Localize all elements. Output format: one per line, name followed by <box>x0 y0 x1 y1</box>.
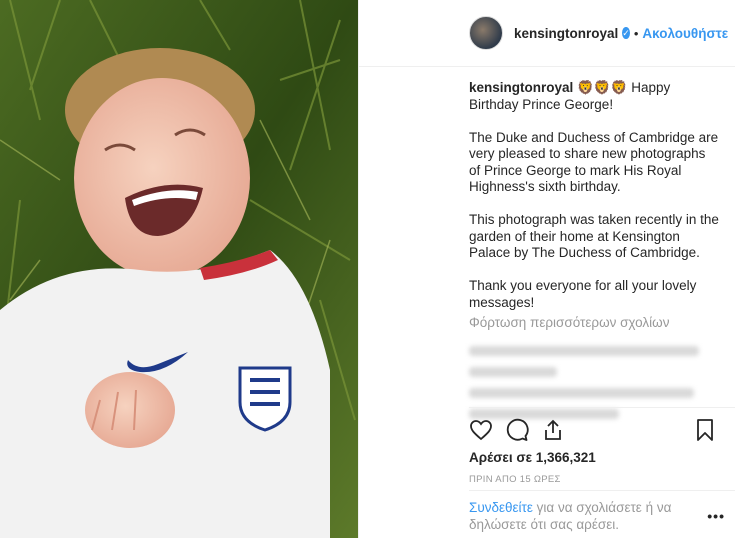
login-prompt: Συνδεθείτε για να σχολιάσετε ή να δηλώσε… <box>469 499 719 533</box>
bookmark-icon[interactable] <box>693 418 719 444</box>
follow-button[interactable]: Ακολουθήστε <box>642 26 728 41</box>
avatar[interactable] <box>469 16 503 50</box>
post-photo[interactable] <box>0 0 358 538</box>
comments-section: kensingtonroyal 🦁🦁🦁 Happy Birthday Princ… <box>469 80 719 430</box>
caption-paragraph-1: kensingtonroyal 🦁🦁🦁 Happy Birthday Princ… <box>469 80 719 113</box>
child-laughing-photo <box>0 0 358 538</box>
divider <box>469 490 735 491</box>
comment-icon[interactable] <box>505 418 531 444</box>
post-caption: kensingtonroyal 🦁🦁🦁 Happy Birthday Princ… <box>469 80 719 311</box>
post-header: kensingtonroyal ✓ • Ακολουθήστε <box>359 0 735 67</box>
header-username[interactable]: kensingtonroyal <box>514 26 618 41</box>
caption-paragraph-4: Thank you everyone for all your lovely m… <box>469 278 697 310</box>
blurred-comment-line <box>469 345 699 356</box>
lion-emoji: 🦁🦁🦁 <box>577 80 628 95</box>
caption-paragraph-2: The Duke and Duchess of Cambridge are ve… <box>469 129 719 195</box>
verified-badge-icon: ✓ <box>622 27 630 39</box>
caption-username[interactable]: kensingtonroyal <box>469 80 573 95</box>
post-sidebar: kensingtonroyal ✓ • Ακολουθήστε kensingt… <box>358 0 735 538</box>
instagram-post: kensingtonroyal ✓ • Ακολουθήστε kensingt… <box>0 0 735 538</box>
likes-count[interactable]: Αρέσει σε 1,366,321 <box>469 450 596 465</box>
heart-icon[interactable] <box>469 418 495 444</box>
blurred-comment-line <box>469 387 694 398</box>
blurred-comment-line <box>469 408 619 419</box>
action-bar <box>469 418 719 444</box>
caption-paragraph-3: This photograph was taken recently in th… <box>469 212 719 260</box>
post-timestamp[interactable]: ΠΡΙΝ ΑΠΟ 15 ΩΡΕΣ <box>469 474 561 485</box>
load-more-comments-link[interactable]: Φόρτωση περισσότερων σχολίων <box>469 315 719 332</box>
header-separator: • <box>633 25 639 41</box>
login-link[interactable]: Συνδεθείτε <box>469 500 533 515</box>
blurred-comment-line <box>469 366 557 377</box>
more-options-icon[interactable]: ••• <box>707 508 725 524</box>
share-icon[interactable] <box>541 418 567 444</box>
divider <box>469 407 735 408</box>
